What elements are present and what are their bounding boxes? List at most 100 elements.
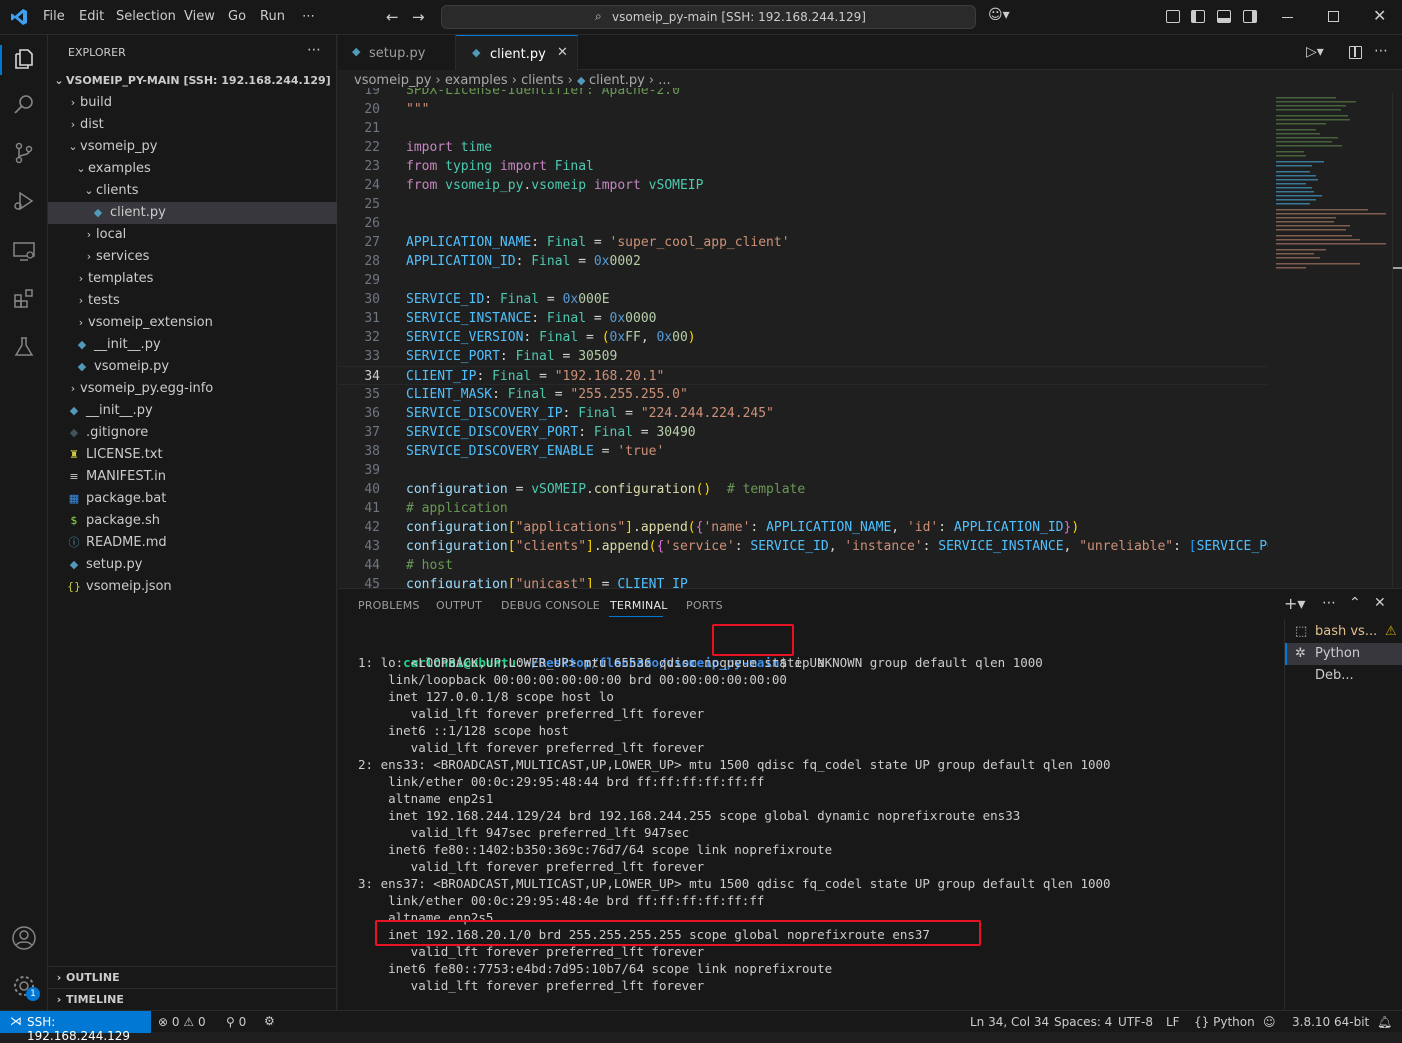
- remote-indicator[interactable]: ⋊ SSH: 192.168.244.129: [0, 1011, 151, 1043]
- run-python-icon[interactable]: ▷▾: [1306, 44, 1324, 60]
- maximize-icon[interactable]: [1328, 11, 1339, 22]
- tree-file[interactable]: ◆ vsomeip.py: [48, 356, 337, 378]
- code-token: configuration: [406, 539, 508, 554]
- testing-icon[interactable]: [12, 335, 36, 363]
- command-center[interactable]: ⌕ vsomeip_py-main [SSH: 192.168.244.129]: [441, 5, 976, 29]
- outline-section[interactable]: › OUTLINE: [48, 966, 337, 988]
- tree-file[interactable]: $ package.sh: [48, 510, 337, 532]
- tree-folder[interactable]: › templates: [48, 268, 337, 290]
- encoding[interactable]: UTF-8: [1118, 1015, 1153, 1029]
- tree-file[interactable]: ◆ __init__.py: [48, 334, 337, 356]
- debug-status-icon[interactable]: ⚙: [264, 1014, 275, 1028]
- split-editor-icon[interactable]: [1349, 46, 1362, 59]
- copilot-status-icon[interactable]: ☺: [1263, 1015, 1276, 1029]
- panel-tab-terminal[interactable]: TERMINAL: [610, 599, 668, 612]
- cursor-position[interactable]: Ln 34, Col 34: [970, 1015, 1049, 1029]
- copilot-icon[interactable]: ☺▾: [988, 7, 1010, 23]
- problems-status[interactable]: ⊗ 0 ⚠ 0: [158, 1015, 206, 1029]
- editor-more-icon[interactable]: ⋯: [1374, 43, 1388, 59]
- tree-folder[interactable]: › local: [48, 224, 337, 246]
- code-text: # host: [406, 556, 453, 575]
- toggle-secondary-sidebar-icon[interactable]: [1243, 10, 1257, 23]
- breadcrumb-item[interactable]: ...: [658, 73, 670, 88]
- tree-file[interactable]: {} vsomeip.json: [48, 576, 337, 598]
- minimize-icon[interactable]: [1282, 17, 1293, 18]
- minimap[interactable]: [1270, 93, 1392, 293]
- tree-folder[interactable]: › build: [48, 92, 337, 114]
- remote-explorer-icon[interactable]: [12, 239, 36, 267]
- terminal[interactable]: carlchai@ubuntu:~/Desktop/flechazo/vsome…: [338, 635, 1278, 1011]
- menu-file[interactable]: File: [43, 9, 65, 24]
- terminal-item-bash[interactable]: ⬚ bash vs... ⚠: [1285, 621, 1402, 643]
- code-token: 0000: [625, 311, 657, 326]
- close-tab-icon[interactable]: ✕: [557, 45, 568, 60]
- toggle-panel-icon[interactable]: [1217, 10, 1231, 23]
- tree-folder[interactable]: › services: [48, 246, 337, 268]
- breadcrumb-item[interactable]: examples: [445, 73, 508, 88]
- new-terminal-icon[interactable]: +▾: [1284, 594, 1305, 613]
- tab-setup-py[interactable]: ◆ setup.py: [338, 35, 456, 70]
- tree-folder[interactable]: › dist: [48, 114, 337, 136]
- menu-selection[interactable]: Selection: [116, 9, 176, 24]
- ports-status[interactable]: ⚲ 0: [226, 1015, 246, 1029]
- tree-file[interactable]: ♜ LICENSE.txt: [48, 444, 337, 466]
- timeline-section[interactable]: › TIMELINE: [48, 988, 337, 1010]
- tree-file[interactable]: ◆ .gitignore: [48, 422, 337, 444]
- close-window-icon[interactable]: ✕: [1373, 6, 1386, 25]
- code-token: :: [484, 292, 500, 307]
- maximize-panel-icon[interactable]: ⌃: [1349, 595, 1361, 611]
- menu-view[interactable]: View: [184, 9, 215, 24]
- tree-folder[interactable]: ⌄ examples: [48, 158, 337, 180]
- menu-go[interactable]: Go: [228, 9, 246, 24]
- breadcrumb-item[interactable]: clients: [521, 73, 563, 88]
- customize-layout-icon[interactable]: [1166, 10, 1180, 23]
- panel-tab-debug-console[interactable]: DEBUG CONSOLE: [501, 599, 600, 612]
- tree-file[interactable]: ◆ client.py: [48, 202, 337, 224]
- tree-file[interactable]: ◆ __init__.py: [48, 400, 337, 422]
- end-of-line[interactable]: LF: [1166, 1015, 1180, 1029]
- run-debug-icon[interactable]: [12, 189, 36, 217]
- notifications-icon[interactable]: 🔔︎: [1377, 1015, 1392, 1029]
- python-interpreter[interactable]: 3.8.10 64-bit: [1292, 1015, 1369, 1029]
- close-panel-icon[interactable]: ✕: [1374, 595, 1386, 611]
- nav-forward-icon[interactable]: →: [412, 8, 425, 26]
- extensions-icon[interactable]: [12, 287, 36, 315]
- editor-scrollbar[interactable]: [1392, 93, 1402, 588]
- breadcrumb-item[interactable]: client.py: [589, 73, 645, 88]
- code-token: "255.255.255.0": [570, 387, 688, 402]
- indentation[interactable]: Spaces: 4: [1054, 1015, 1112, 1029]
- tree-file[interactable]: ◆ setup.py: [48, 554, 337, 576]
- tree-label: package.sh: [86, 513, 161, 528]
- panel-more-icon[interactable]: ⋯: [1322, 595, 1336, 611]
- source-control-icon[interactable]: [12, 141, 36, 169]
- tree-folder[interactable]: ⌄ vsomeip_py: [48, 136, 337, 158]
- tree-label: tests: [88, 293, 120, 308]
- nav-back-icon[interactable]: ←: [386, 8, 399, 26]
- workspace-root[interactable]: ⌄ VSOMEIP_PY-MAIN [SSH: 192.168.244.129]: [48, 70, 337, 92]
- panel-tab-problems[interactable]: PROBLEMS: [358, 599, 420, 612]
- accounts-icon[interactable]: [11, 925, 37, 955]
- breadcrumb-item[interactable]: vsomeip_py: [354, 73, 431, 88]
- tab-client-py[interactable]: ◆ client.py ✕: [456, 35, 578, 71]
- explorer-more-icon[interactable]: ⋯: [307, 42, 321, 58]
- tree-file[interactable]: ▦ package.bat: [48, 488, 337, 510]
- terminal-item-python-debug[interactable]: ✲ Python Deb...: [1285, 643, 1402, 683]
- tree-file[interactable]: ≡ MANIFEST.in: [48, 466, 337, 488]
- code-area[interactable]: 19 SPDX-License-Identifier: Apache-2.0 20 "…: [338, 88, 1268, 588]
- panel-tab-output[interactable]: OUTPUT: [436, 599, 482, 612]
- tree-folder[interactable]: ⌄ clients: [48, 180, 337, 202]
- panel-tab-ports[interactable]: PORTS: [686, 599, 723, 612]
- tree-folder[interactable]: › vsomeip_extension: [48, 312, 337, 334]
- menu-more[interactable]: ⋯: [302, 9, 315, 24]
- search-icon[interactable]: [12, 93, 36, 121]
- explorer-icon[interactable]: [12, 47, 36, 75]
- line-number: 28: [364, 254, 380, 269]
- tree-folder[interactable]: › vsomeip_py.egg-info: [48, 378, 337, 400]
- toggle-primary-sidebar-icon[interactable]: [1191, 10, 1205, 23]
- menu-run[interactable]: Run: [260, 9, 285, 24]
- tree-file[interactable]: ⓘ README.md: [48, 532, 337, 554]
- menu-edit[interactable]: Edit: [79, 9, 104, 24]
- tree-folder[interactable]: › tests: [48, 290, 337, 312]
- manage-gear-icon[interactable]: 1: [11, 973, 40, 1003]
- language-mode[interactable]: {} Python: [1194, 1015, 1255, 1029]
